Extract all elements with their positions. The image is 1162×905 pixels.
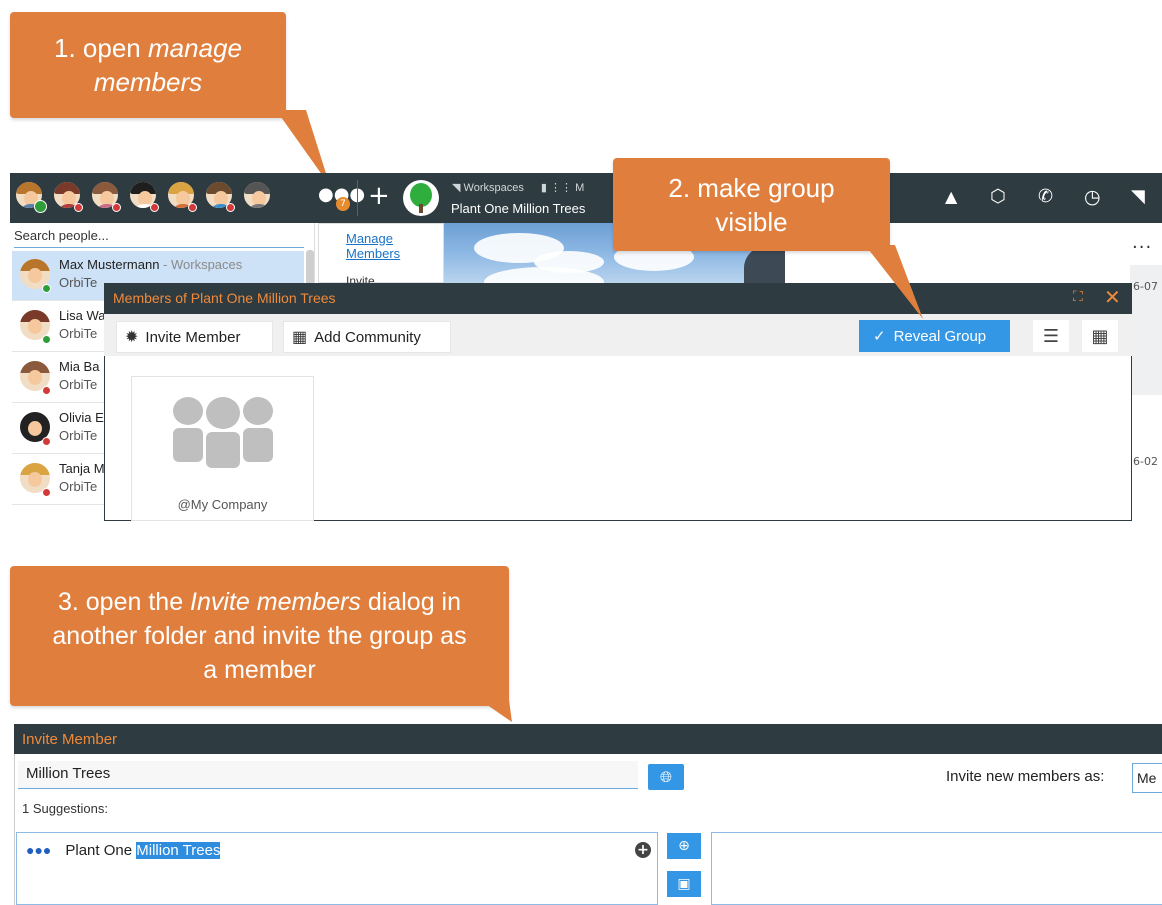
breadcrumb-next[interactable]: M	[575, 182, 584, 194]
callout-1-prefix: 1. open	[54, 33, 148, 63]
more-menu-icon[interactable]: ...	[1132, 232, 1152, 253]
callout-3-emphasis: Invite members	[190, 588, 361, 616]
callout-1-line2: members	[93, 67, 203, 97]
phone-icon[interactable]: ✆	[1038, 186, 1053, 207]
callout-3-prefix: 3. open the	[57, 588, 191, 616]
manage-members-line2: Members	[346, 246, 401, 261]
person-name: Max Mustermann - Workspaces	[59, 257, 242, 272]
callout-step-1: 1. open manage members	[10, 12, 286, 118]
list-view-icon: ☰	[1042, 325, 1060, 347]
clock-icon[interactable]: ◷	[1084, 186, 1101, 208]
add-community-button[interactable]: ▦ Add Community	[283, 321, 451, 353]
grid-view-icon: ▦	[1091, 325, 1109, 347]
callout-step-3: 3. open the Invite members dialog in ano…	[10, 566, 509, 706]
workspace-menu: Manage Members Invite	[318, 223, 444, 288]
activity-date-1: 6-07	[1133, 280, 1158, 293]
topbar-divider	[357, 180, 358, 216]
callout-2-pointer	[865, 245, 923, 319]
community-icon[interactable]: ⬡	[990, 186, 1006, 207]
selected-members-list	[711, 832, 1162, 905]
members-dialog-title: Members of Plant One Million Trees	[113, 290, 336, 306]
workspace-tree-icon[interactable]	[403, 180, 439, 216]
add-community-label: Add Community	[314, 328, 421, 346]
grid-view-button[interactable]: ▦	[1082, 320, 1118, 352]
invite-star-icon: ✹	[125, 329, 139, 346]
person-name: Lisa Wa	[59, 308, 106, 323]
search-people-input[interactable]: Search people...	[14, 228, 304, 248]
plus-circle-icon: ⊕	[678, 838, 690, 854]
checkmark-icon: ✓	[873, 328, 886, 345]
callout-1-emphasis: manage	[148, 33, 242, 63]
invite-dialog-title: Invite Member	[22, 731, 118, 748]
callout-step-2: 2. make group visible	[613, 158, 890, 251]
workspace-title: Plant One Million Trees	[451, 201, 586, 216]
group-card-label: @My Company	[177, 497, 268, 512]
callout-3-line2: another folder and invite the group as	[52, 622, 467, 650]
invite-as-select[interactable]: Me	[1132, 763, 1162, 793]
close-icon[interactable]: ✕	[1104, 285, 1121, 309]
status-busy-icon	[150, 203, 159, 212]
groups-count-badge: 7	[336, 197, 350, 211]
group-icon: ●●●	[26, 842, 52, 858]
add-suggestion-icon[interactable]: +	[635, 842, 651, 858]
globe-icon: 🌐︎	[659, 768, 672, 786]
maximize-icon[interactable]: ⛶	[1073, 289, 1083, 305]
workspaces-icon: ◥	[452, 182, 461, 194]
reveal-group-button[interactable]: ✓ Reveal Group	[859, 320, 1010, 352]
avatar-user-7[interactable]	[242, 180, 272, 210]
breadcrumb: ◥ Workspaces ▮ ⋮⋮ M	[452, 181, 584, 194]
status-busy-icon	[42, 386, 51, 395]
person-name: Tanja M	[59, 461, 105, 476]
logo-icon: ◥	[1131, 186, 1145, 207]
person-name-text: Max Mustermann	[59, 257, 160, 272]
remove-member-button[interactable]: ▣	[667, 871, 701, 897]
status-busy-icon	[226, 203, 235, 212]
callout-2-line1: 2. make group	[668, 172, 835, 203]
activity-date-2: 6-02	[1133, 455, 1158, 468]
callout-2-line2: visible	[715, 206, 788, 237]
folder-icon: ▮	[540, 182, 547, 194]
reveal-group-label: Reveal Group	[893, 327, 987, 345]
person-context: - Workspaces	[159, 257, 243, 272]
community-grid-icon: ▦	[292, 329, 308, 346]
invite-member-label: Invite Member	[145, 328, 241, 346]
person-name: Mia Ba	[59, 359, 100, 374]
bell-icon[interactable]: ▲	[945, 187, 957, 206]
person-org: OrbiTe	[59, 377, 98, 392]
callout-3-pointer	[480, 700, 512, 722]
manage-members-link[interactable]: Manage Members	[346, 231, 400, 261]
status-online-icon	[42, 335, 51, 344]
person-org: OrbiTe	[59, 428, 98, 443]
invite-as-label: Invite new members as:	[946, 768, 1105, 785]
status-busy-icon	[42, 488, 51, 497]
breadcrumb-workspaces[interactable]: Workspaces	[464, 182, 524, 194]
add-member-button[interactable]: ⊕	[667, 833, 701, 859]
invite-member-button[interactable]: ✹ Invite Member	[116, 321, 273, 353]
status-busy-icon	[42, 437, 51, 446]
globe-search-button[interactable]: 🌐︎	[648, 764, 684, 790]
suggestion-item[interactable]: ●●● Plant One Million Trees	[26, 842, 221, 859]
callout-3-line3: a member	[203, 656, 316, 684]
suggestions-count: 1 Suggestions:	[22, 801, 109, 816]
suggestion-text: Plant One	[65, 842, 137, 859]
add-icon[interactable]: +	[368, 181, 390, 211]
status-online-icon	[42, 284, 51, 293]
invite-dialog-header	[14, 724, 1162, 754]
status-busy-icon	[112, 203, 121, 212]
person-org: OrbiTe	[59, 275, 98, 290]
person-name: Olivia E	[59, 410, 104, 425]
person-org: OrbiTe	[59, 479, 98, 494]
callout-3-suffix: dialog in	[360, 588, 462, 616]
person-org: OrbiTe	[59, 326, 98, 341]
status-online-icon	[34, 200, 47, 213]
status-busy-icon	[74, 203, 83, 212]
suggestion-highlight: Million Trees	[136, 842, 221, 859]
trash-icon: ▣	[677, 876, 691, 892]
apps-icon: ⋮⋮	[550, 182, 573, 194]
status-busy-icon	[188, 203, 197, 212]
list-view-button[interactable]: ☰	[1033, 320, 1069, 352]
manage-members-line1: Manage	[346, 231, 393, 246]
invite-search-input[interactable]: Million Trees	[18, 761, 638, 789]
